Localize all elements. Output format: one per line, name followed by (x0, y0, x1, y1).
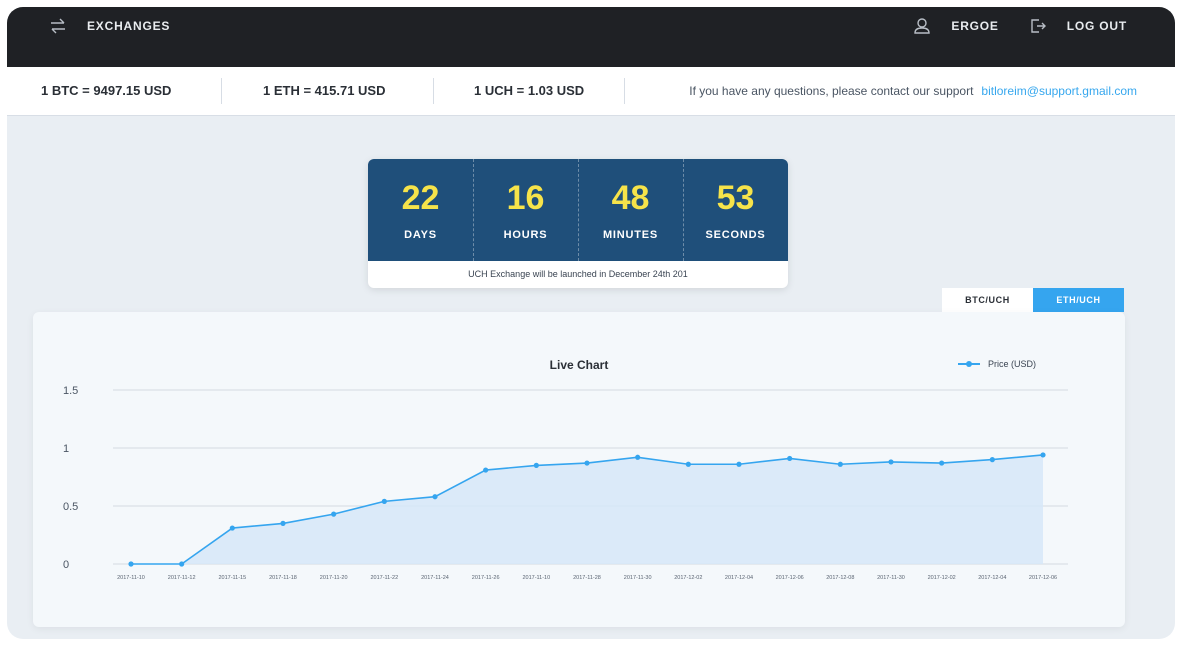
price-area (131, 454, 1043, 564)
countdown-hours: 16 HOURS (473, 159, 578, 261)
x-tick-label: 2017-12-02 (928, 575, 956, 581)
btc-rate: 1 BTC = 9497.15 USD (41, 83, 172, 98)
support-text: If you have any questions, please contac… (689, 84, 974, 98)
x-tick-label: 2017-11-15 (218, 575, 246, 581)
x-tick-label: 2017-12-02 (674, 575, 702, 581)
seconds-label: SECONDS (705, 229, 766, 241)
countdown-days: 22 DAYS (368, 159, 473, 261)
x-tick-label: 2017-11-12 (168, 575, 196, 581)
countdown-panel: 22 DAYS 16 HOURS 48 MINUTES 53 SECONDS (368, 159, 788, 261)
data-point (888, 459, 894, 465)
support-email-link[interactable]: bitloreim@support.gmail.com (981, 84, 1137, 98)
x-tick-label: 2017-11-24 (421, 575, 449, 581)
data-point (736, 461, 742, 467)
hours-value: 16 (506, 179, 545, 217)
divider (221, 78, 222, 104)
seconds-value: 53 (716, 179, 755, 217)
data-point (989, 457, 995, 463)
x-tick-label: 2017-11-10 (117, 575, 145, 581)
countdown-note: UCH Exchange will be launched in Decembe… (468, 269, 688, 279)
x-tick-label: 2017-11-20 (320, 575, 348, 581)
x-tick-label: 2017-12-06 (1029, 575, 1057, 581)
uch-rate: 1 UCH = 1.03 USD (474, 83, 585, 98)
divider (624, 78, 625, 104)
days-value: 22 (401, 179, 440, 217)
support-message: If you have any questions, please contac… (689, 84, 1137, 98)
days-label: DAYS (404, 229, 437, 241)
data-point (533, 462, 539, 468)
launch-countdown: 22 DAYS 16 HOURS 48 MINUTES 53 SECONDS U… (368, 159, 788, 288)
x-tick-label: 2017-11-30 (624, 575, 652, 581)
y-tick-label: 1.5 (63, 385, 78, 397)
top-nav: EXCHANGES ERGOE LOG OUT (7, 7, 1175, 67)
exchange-arrows-icon (49, 17, 67, 35)
x-tick-label: 2017-12-06 (776, 575, 804, 581)
hours-label: HOURS (503, 229, 548, 241)
x-tick-label: 2017-11-30 (877, 575, 905, 581)
data-point (128, 561, 134, 567)
logout-icon (1029, 17, 1047, 35)
x-tick-label: 2017-11-26 (472, 575, 500, 581)
divider (433, 78, 434, 104)
data-point (381, 498, 387, 504)
eth-rate: 1 ETH = 415.71 USD (263, 83, 386, 98)
app-window: EXCHANGES ERGOE LOG OUT 1 BTC = 9497.15 … (7, 7, 1175, 639)
pair-tabs: BTC/UCH ETH/UCH (942, 288, 1124, 312)
live-chart: 0 0.5 1 1.5 2017-11-10 2017-11-12 2017-11-15 20… (63, 385, 1068, 581)
data-point (483, 467, 489, 473)
data-point (787, 455, 793, 462)
data-point (939, 460, 945, 466)
x-tick-label: 2017-12-08 (826, 575, 854, 581)
x-tick-label: 2017-11-22 (370, 575, 398, 581)
logout-label: LOG OUT (1066, 19, 1127, 33)
logout-button[interactable]: LOG OUT (1029, 17, 1127, 35)
data-point (331, 511, 337, 517)
user-name: ERGOE (951, 19, 999, 33)
y-tick-label: 0.5 (63, 501, 78, 513)
data-point (635, 454, 641, 460)
x-tick-label: 2017-11-18 (269, 575, 297, 581)
data-point (179, 561, 185, 567)
countdown-seconds: 53 SECONDS (683, 159, 788, 261)
data-point (229, 525, 235, 531)
user-menu[interactable]: ERGOE (913, 17, 998, 35)
x-tick-label: 2017-12-04 (725, 575, 753, 581)
minutes-value: 48 (611, 179, 650, 217)
rates-bar: 1 BTC = 9497.15 USD 1 ETH = 415.71 USD 1… (7, 67, 1175, 116)
x-tick-label: 2017-12-04 (978, 575, 1006, 581)
data-point (837, 461, 843, 467)
x-tick-label: 2017-11-28 (573, 575, 601, 581)
data-point (1040, 452, 1046, 458)
data-point (432, 494, 438, 500)
tab-btc-uch[interactable]: BTC/UCH (942, 288, 1033, 312)
tab-eth-uch[interactable]: ETH/UCH (1033, 288, 1124, 312)
y-tick-label: 1 (63, 443, 69, 455)
exchanges-nav[interactable]: EXCHANGES (49, 17, 170, 35)
minutes-label: MINUTES (602, 229, 659, 241)
data-point (280, 520, 286, 526)
x-tick-label: 2017-11-10 (522, 575, 550, 581)
data-point (584, 460, 590, 466)
y-tick-label: 0 (63, 559, 69, 571)
data-point (685, 461, 691, 467)
live-chart-card: Live Chart Price (USD) 0 0.5 1 1.5 2017-11-1… (33, 312, 1125, 627)
user-icon (913, 17, 931, 35)
countdown-minutes: 48 MINUTES (578, 159, 683, 261)
exchanges-label: EXCHANGES (87, 19, 171, 33)
